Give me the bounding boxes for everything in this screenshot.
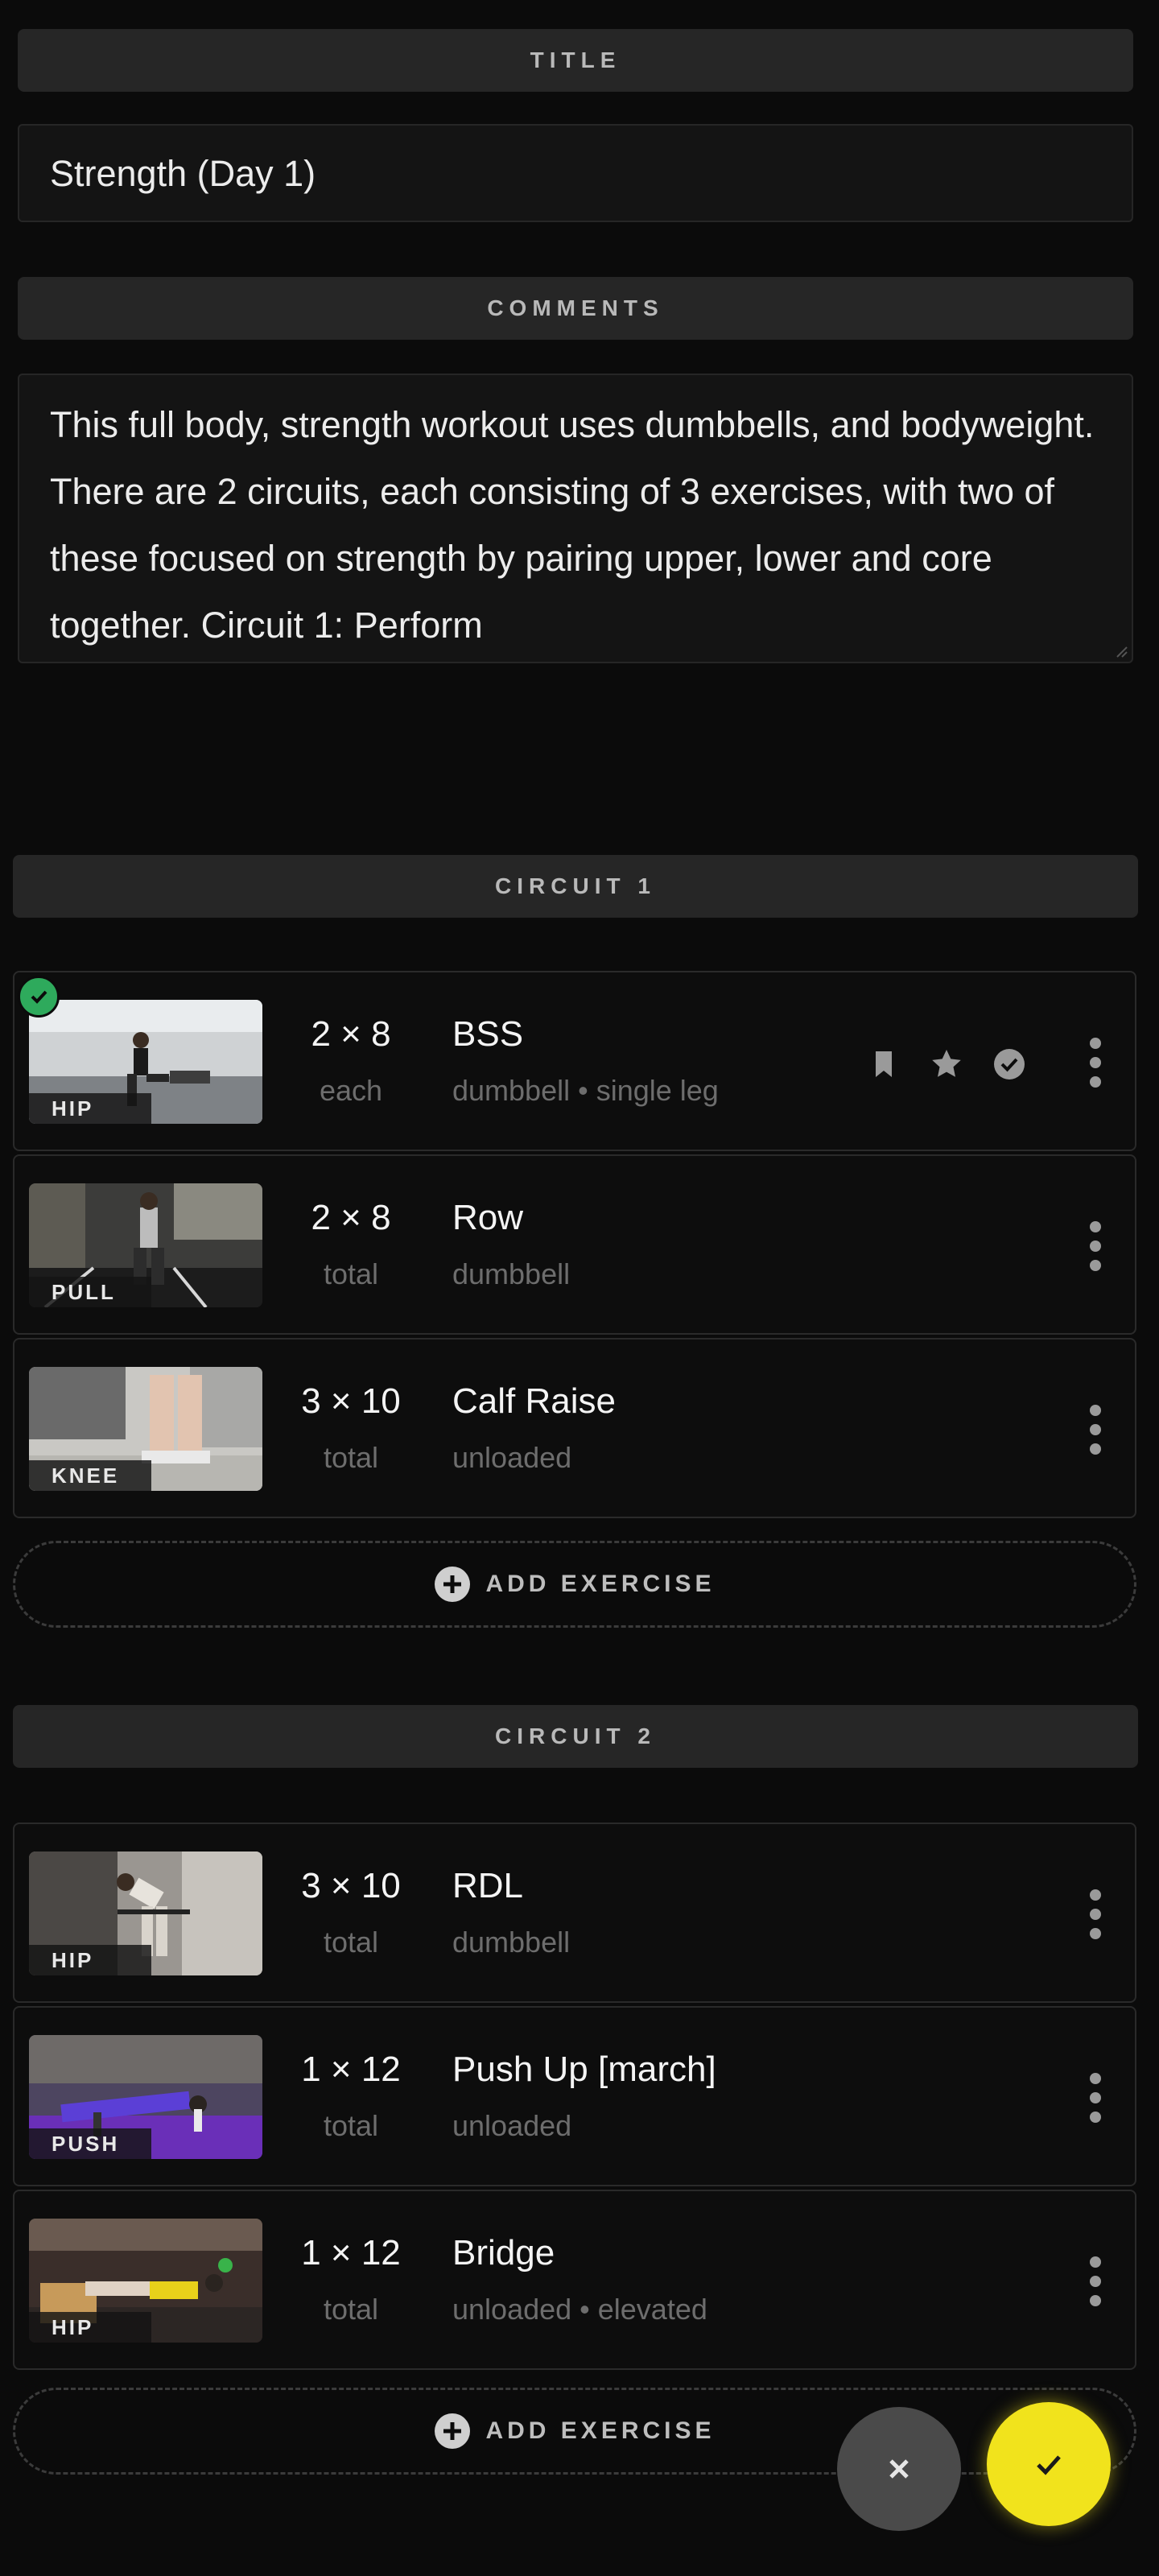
- exercise-name: RDL: [452, 1866, 524, 1905]
- exercise-meta: dumbbell • single leg: [452, 1074, 719, 1107]
- body-region-tag: PUSH: [29, 2128, 151, 2159]
- exercise-name: BSS: [452, 1014, 524, 1054]
- bookmark-icon[interactable]: [866, 1046, 901, 1082]
- exercise-name: Row: [452, 1198, 524, 1237]
- sets-unit: total: [323, 1926, 379, 1959]
- title-section-header: TITLE: [18, 29, 1133, 92]
- sets-unit: total: [323, 2109, 379, 2142]
- exercise-thumbnail[interactable]: PULL: [29, 1183, 262, 1307]
- cancel-button[interactable]: [837, 2407, 961, 2531]
- comments-textarea[interactable]: This full body, strength workout uses du…: [18, 374, 1133, 663]
- exercise-meta: dumbbell: [452, 1257, 571, 1290]
- body-region-tag: HIP: [29, 1093, 151, 1124]
- comments-value: This full body, strength workout uses du…: [50, 404, 1095, 646]
- plus-circle-icon: [435, 1567, 471, 1602]
- exercise-card-push-up[interactable]: PUSH 1 × 12 total Push Up [march] unload…: [13, 2006, 1136, 2186]
- resize-grip-icon[interactable]: [1111, 641, 1128, 658]
- body-region-tag: KNEE: [29, 1460, 151, 1491]
- comments-section-header: COMMENTS: [18, 277, 1133, 340]
- star-icon[interactable]: [929, 1046, 964, 1082]
- body-region-tag: PULL: [29, 1277, 151, 1307]
- exercise-thumbnail[interactable]: HIP: [29, 2219, 262, 2343]
- check-icon: [1037, 2455, 1061, 2475]
- exercise-name: Calf Raise: [452, 1381, 616, 1421]
- exercise-card-bss[interactable]: HIP 2 × 8 each BSS dumbbell • single leg: [13, 971, 1136, 1151]
- exercise-thumbnail[interactable]: HIP: [29, 1852, 262, 1975]
- exercise-meta: unloaded • elevated: [452, 2293, 707, 2326]
- exercise-thumbnail[interactable]: KNEE: [29, 1367, 262, 1491]
- exercise-thumbnail[interactable]: HIP: [29, 1000, 262, 1124]
- sets-reps: 1 × 12: [301, 2050, 401, 2089]
- sets-reps: 2 × 8: [311, 1198, 391, 1237]
- close-icon: [889, 2459, 909, 2479]
- more-options-button[interactable]: [1075, 2066, 1116, 2130]
- more-options-button[interactable]: [1075, 1214, 1116, 1278]
- add-exercise-label: ADD EXERCISE: [485, 1571, 716, 1597]
- confirm-button[interactable]: [987, 2402, 1111, 2526]
- exercise-meta: unloaded: [452, 1441, 572, 1474]
- sets-unit: total: [323, 1257, 379, 1290]
- exercise-card-row[interactable]: PULL 2 × 8 total Row dumbbell: [13, 1154, 1136, 1335]
- body-region-tag: HIP: [29, 2312, 151, 2343]
- exercise-thumbnail[interactable]: PUSH: [29, 2035, 262, 2159]
- exercise-card-calf-raise[interactable]: KNEE 3 × 10 total Calf Raise unloaded: [13, 1338, 1136, 1518]
- title-value: Strength (Day 1): [50, 153, 316, 194]
- circuit-2-header: CIRCUIT 2: [13, 1705, 1138, 1768]
- sets-reps: 2 × 8: [311, 1014, 391, 1054]
- plus-circle-icon: [435, 2413, 471, 2449]
- exercise-meta: dumbbell: [452, 1926, 571, 1959]
- sets-unit: total: [323, 2293, 379, 2326]
- sets-unit: each: [319, 1074, 383, 1107]
- more-options-button[interactable]: [1075, 1882, 1116, 1946]
- exercise-card-rdl[interactable]: HIP 3 × 10 total RDL dumbbell: [13, 1823, 1136, 2003]
- exercise-meta: unloaded: [452, 2109, 572, 2142]
- circuit-1-header: CIRCUIT 1: [13, 855, 1138, 918]
- sets-reps: 3 × 10: [301, 1381, 401, 1421]
- exercise-name: Push Up [march]: [452, 2050, 716, 2089]
- sets-reps: 3 × 10: [301, 1866, 401, 1905]
- more-options-button[interactable]: [1075, 2249, 1116, 2314]
- completed-check-icon: [18, 976, 60, 1018]
- exercise-card-bridge[interactable]: HIP 1 × 12 total Bridge unloaded • eleva…: [13, 2190, 1136, 2370]
- body-region-tag: HIP: [29, 1945, 151, 1975]
- exercise-name: Bridge: [452, 2233, 555, 2273]
- add-exercise-label: ADD EXERCISE: [485, 2417, 716, 2444]
- sets-unit: total: [323, 1441, 379, 1474]
- sets-reps: 1 × 12: [301, 2233, 401, 2273]
- more-options-button[interactable]: [1075, 1030, 1116, 1095]
- add-exercise-button[interactable]: ADD EXERCISE: [13, 1541, 1136, 1628]
- title-input[interactable]: Strength (Day 1): [18, 124, 1133, 222]
- more-options-button[interactable]: [1075, 1397, 1116, 1462]
- add-exercise-button[interactable]: ADD EXERCISE: [13, 2388, 1136, 2475]
- check-circle-icon[interactable]: [992, 1046, 1027, 1082]
